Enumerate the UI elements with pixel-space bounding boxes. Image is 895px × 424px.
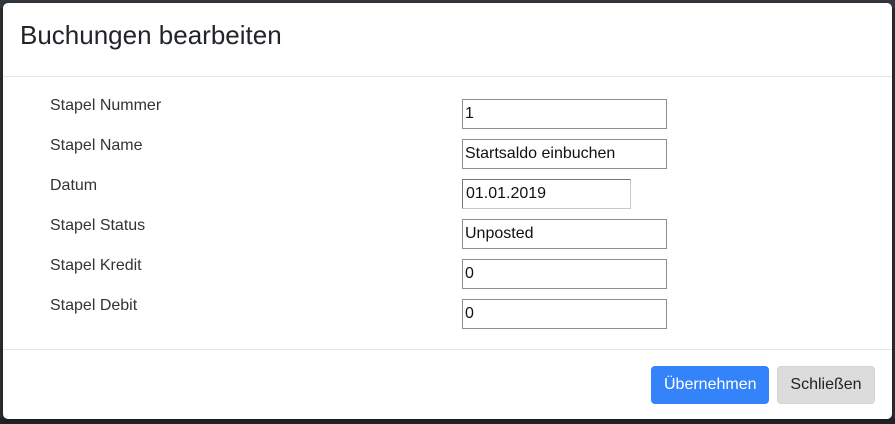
datum-input[interactable] (462, 179, 631, 209)
dialog-body: Stapel Nummer Stapel Name Datum Stapel S… (3, 77, 892, 349)
stapel-name-label: Stapel Name (50, 137, 143, 154)
stapel-debit-label: Stapel Debit (50, 297, 138, 314)
dialog-header: Buchungen bearbeiten (3, 3, 892, 77)
dialog-title: Buchungen bearbeiten (20, 20, 282, 50)
dialog-footer: Übernehmen Schließen (3, 349, 892, 419)
stapel-nummer-input[interactable] (462, 99, 667, 129)
stapel-nummer-label: Stapel Nummer (50, 97, 162, 114)
apply-button[interactable]: Übernehmen (651, 366, 769, 404)
form-row-stapel-status: Stapel Status (3, 217, 892, 249)
stapel-status-input[interactable] (462, 219, 667, 249)
close-button[interactable]: Schließen (777, 366, 875, 404)
datum-label: Datum (50, 177, 98, 194)
form-row-datum: Datum (3, 177, 892, 209)
form-row-stapel-nummer: Stapel Nummer (3, 97, 892, 129)
stapel-name-input[interactable] (462, 139, 667, 169)
edit-bookings-dialog: Buchungen bearbeiten Stapel Nummer Stape… (3, 3, 892, 419)
form-row-stapel-name: Stapel Name (3, 137, 892, 169)
stapel-kredit-label: Stapel Kredit (50, 257, 142, 274)
stapel-status-label: Stapel Status (50, 217, 146, 234)
form-row-stapel-debit: Stapel Debit (3, 297, 892, 329)
stapel-debit-input[interactable] (462, 299, 667, 329)
stapel-kredit-input[interactable] (462, 259, 667, 289)
form-row-stapel-kredit: Stapel Kredit (3, 257, 892, 289)
